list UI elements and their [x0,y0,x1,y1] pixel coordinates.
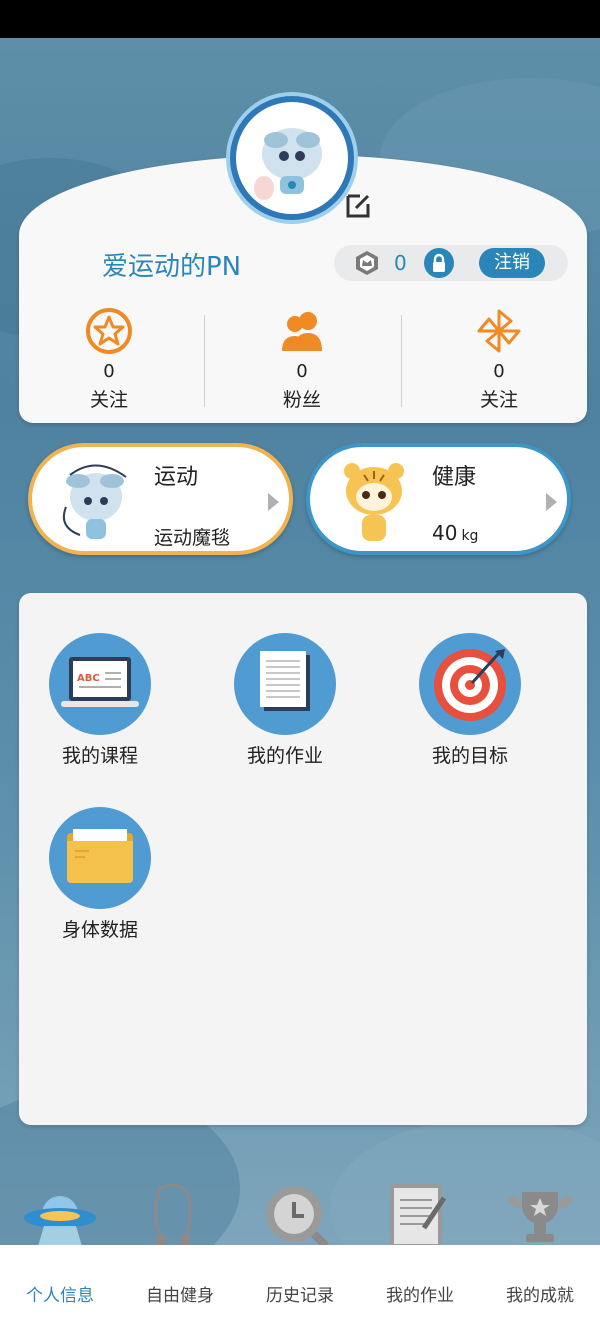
tab-history[interactable]: 历史记录 [240,1245,360,1333]
divider [204,315,205,407]
tab-label: 自由健身 [146,1286,214,1306]
edit-icon[interactable] [344,190,374,220]
menu-my-goals[interactable]: 我的目标 [389,633,529,783]
menu-label: 我的课程 [61,745,138,767]
tab-label: 历史记录 [266,1286,334,1306]
stat-label: 关注 [89,389,128,411]
folder-icon [49,807,151,909]
svg-text:ABC: ABC [77,673,100,684]
sport-card[interactable]: 运动 运动魔毯 [28,443,293,555]
divider [401,315,402,407]
lock-icon [433,253,445,272]
tab-personal-info[interactable]: 个人信息 [0,1245,120,1333]
sport-title: 运动 [154,465,199,490]
sport-subtitle: 运动魔毯 [154,527,231,549]
stat-value: 0 [103,361,115,382]
star-circle-icon [86,308,132,354]
tab-label: 个人信息 [26,1286,94,1306]
tab-achievements[interactable]: 我的成就 [480,1245,600,1333]
people-icon [282,312,322,351]
stat-value: 0 [296,361,308,382]
bottom-nav: 个人信息 自由健身 历史记录 我的作业 我的成就 [0,1245,600,1333]
chevron-right-icon [546,493,557,511]
menu-body-data[interactable]: 身体数据 [19,807,159,957]
chevron-right-icon [268,493,279,511]
stat-fans[interactable]: 0 粉丝 [212,305,392,415]
menu-label: 我的作业 [246,745,323,767]
stat-label: 关注 [479,389,518,411]
status-bar [0,0,600,38]
tab-my-homework[interactable]: 我的作业 [360,1245,480,1333]
health-weight: 40 kg [432,521,478,545]
tab-free-fitness[interactable]: 自由健身 [120,1245,240,1333]
medal-icon [356,251,378,275]
pinwheel-icon [477,309,521,353]
mascot-avatar-icon [254,128,322,200]
menu-my-homework[interactable]: 我的作业 [204,633,344,783]
mascot-tiger-icon [344,463,404,541]
avatar[interactable] [230,96,354,220]
menu-my-courses[interactable]: ABC 我的课程 [19,633,159,783]
medal-count: 0 [394,251,407,275]
menu-label: 身体数据 [61,919,138,941]
stat-follow[interactable]: 0 关注 [19,305,199,415]
health-title: 健康 [432,465,477,490]
stat-follow-2[interactable]: 0 关注 [409,305,589,415]
weight-unit: kg [461,528,479,544]
tab-label: 我的作业 [386,1286,454,1306]
lock-button[interactable] [424,248,454,278]
tab-label: 我的成就 [506,1286,574,1306]
username: 爱运动的PN [102,252,242,282]
mascot-sport-icon [62,464,127,539]
document-icon [234,633,336,735]
logout-button[interactable]: 注销 [479,248,545,278]
health-card[interactable]: 健康 40 kg [306,443,571,555]
stats-row: 0 关注 0 粉丝 0 关注 [19,305,587,415]
weight-value: 40 [432,521,458,545]
laptop-abc-icon: ABC [49,633,151,735]
account-bar: 0 注销 [334,245,568,281]
menu-label: 我的目标 [431,745,508,767]
target-icon [419,633,521,735]
stat-label: 粉丝 [282,389,321,411]
stat-value: 0 [493,361,505,382]
menu-card: ABC 我的课程 我的作业 我的目标 身体数据 [19,593,587,1125]
